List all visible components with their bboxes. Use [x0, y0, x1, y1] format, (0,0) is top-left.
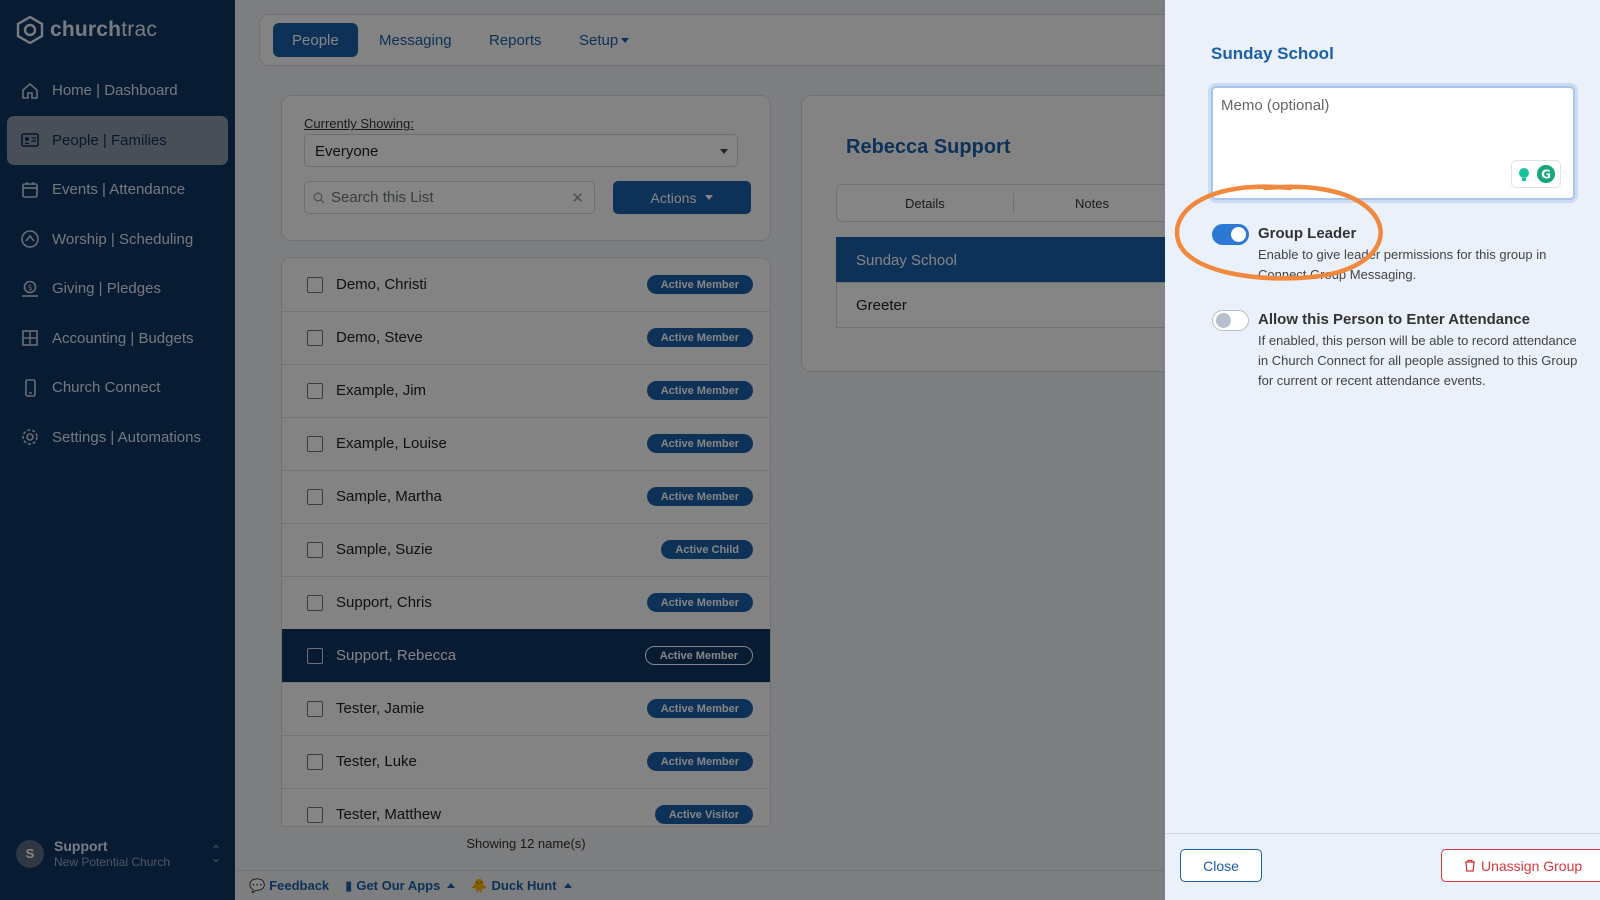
grammarly-icon: G	[1537, 165, 1555, 183]
unassign-label: Unassign Group	[1481, 857, 1583, 874]
memo-field[interactable]: G	[1211, 86, 1575, 200]
panel-footer-divider	[1165, 833, 1600, 834]
toggle-knob	[1216, 313, 1231, 328]
toggle-knob	[1231, 227, 1246, 242]
panel-title: Sunday School	[1211, 44, 1334, 63]
trash-icon	[1465, 859, 1475, 872]
group-assignment-panel: Sunday School G Group Leader Enable to g…	[1165, 0, 1600, 900]
attendance-toggle[interactable]	[1212, 310, 1249, 331]
grammarly-widget[interactable]: G	[1511, 160, 1561, 188]
svg-text:G: G	[1541, 168, 1551, 182]
lightbulb-icon	[1519, 168, 1529, 181]
attendance-title: Allow this Person to Enter Attendance	[1258, 311, 1530, 328]
group-leader-toggle[interactable]	[1212, 224, 1249, 245]
modal-backdrop[interactable]	[0, 0, 1165, 900]
attendance-description: If enabled, this person will be able to …	[1258, 333, 1578, 388]
group-leader-title: Group Leader	[1258, 225, 1357, 242]
close-button[interactable]: Close	[1180, 849, 1262, 882]
group-leader-description: Enable to give leader permissions for th…	[1258, 247, 1547, 282]
unassign-group-button[interactable]: Unassign Group	[1441, 849, 1600, 882]
